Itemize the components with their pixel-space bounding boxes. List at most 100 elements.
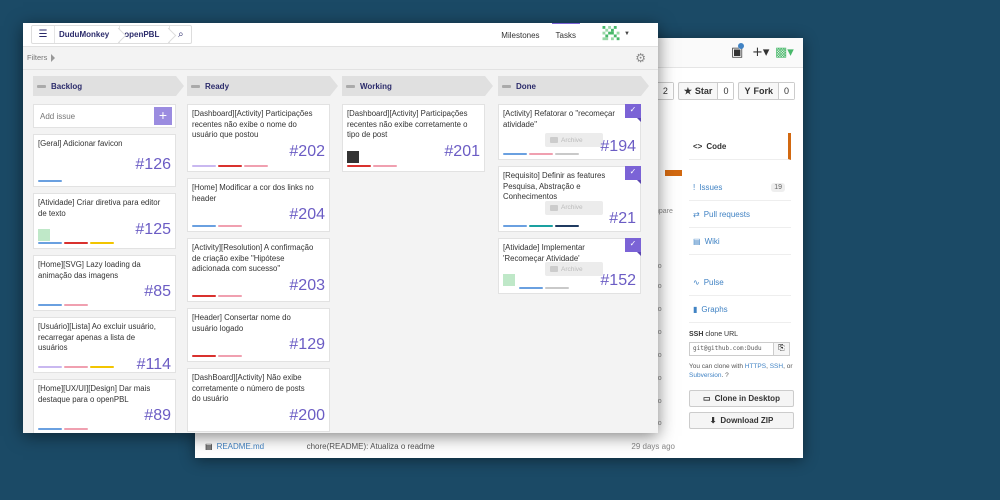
archive-button[interactable]: Archive [545,200,603,215]
plus-icon[interactable]: +▾ [752,45,769,60]
commit-message[interactable]: chore(README): Atualiza o readme [307,442,632,451]
add-issue-input[interactable] [40,111,140,121]
nav-label: Issues [699,182,723,192]
issue-title: [Geral] Adicionar favicon [38,139,123,148]
nav-code[interactable]: <> Code [689,133,791,160]
issue-number[interactable]: #194 [600,138,636,155]
issue-number[interactable]: #85 [38,283,171,300]
issue-labels [192,225,242,228]
ssh-link[interactable]: SSH [770,363,783,370]
issue-title: [Activity][Resolution] A confirmação de … [192,243,314,274]
issue-number[interactable]: #201 [347,143,480,160]
check-icon[interactable]: ✓ [625,166,641,184]
issue-card[interactable]: ✓ [Activity] Refatorar o "recomeçar ativ… [498,104,641,160]
clone-url-input[interactable]: git@github.com:Dudu [689,342,774,356]
nav-issues[interactable]: ! Issues 19 [689,174,791,201]
issue-labels [38,304,88,307]
issue-number[interactable]: #126 [38,156,171,173]
issue-number[interactable]: #203 [192,277,325,294]
issue-card[interactable]: [Home] Modificar a cor dos links no head… [187,178,330,232]
issue-card[interactable]: [Home][SVG] Lazy loading da animação das… [33,255,176,311]
issue-card[interactable]: [Activity][Resolution] A confirmação de … [187,238,330,302]
drag-handle-icon[interactable] [191,84,200,88]
help-icon[interactable]: ? [725,372,729,379]
star-button[interactable]: ★ Star 0 [677,82,735,100]
nav-pull-requests[interactable]: ⇄ Pull requests [689,201,791,228]
issue-number[interactable]: #200 [192,407,325,424]
column-done: Done ✓ [Activity] Refatorar o "recomeçar… [498,76,649,300]
issue-card[interactable]: [Usuário][Lista] Ao excluir usuário, rec… [33,317,176,373]
chevron-down-icon[interactable]: ▼ [624,31,630,37]
fork-button[interactable]: Y Fork 0 [738,82,795,100]
plus-icon[interactable]: + [154,107,172,125]
watch-button[interactable]: 2 [655,82,674,100]
drag-handle-icon[interactable] [346,84,355,88]
tab-milestones[interactable]: Milestones [493,23,547,47]
issue-labels [192,295,242,298]
issue-card[interactable]: ✓ [Atividade] Implementar 'Recomeçar Ati… [498,238,641,294]
issue-title: [Dashboard][Activity] Participações rece… [192,109,313,140]
issue-title: [DashBoard][Activity] Não exibe corretam… [192,373,305,404]
clone-in-desktop-button[interactable]: ▭ Clone in Desktop [689,390,794,408]
issue-number[interactable]: #89 [38,407,171,424]
issue-card[interactable]: [Geral] Adicionar favicon #126 [33,134,176,187]
file-row[interactable]: ▤ README.md chore(README): Atualiza o re… [205,438,675,454]
drag-handle-icon[interactable] [502,84,511,88]
commit-age: 29 days ago [631,441,675,451]
filters-toggle[interactable]: Filters [27,53,56,62]
file-name[interactable]: README.md [217,442,307,451]
user-avatar[interactable] [602,26,620,43]
breadcrumb-user[interactable]: DuduMonkey [54,26,119,43]
issue-number[interactable]: #21 [609,210,636,227]
watch-count: 2 [656,83,673,99]
github-avatar[interactable]: ▩▾ [775,45,794,60]
issue-title: [Home] Modificar a cor dos links no head… [192,183,314,203]
breadcrumb-repo[interactable]: openPBL [119,26,169,43]
issue-card[interactable]: [Atividade] Criar diretiva para editor d… [33,193,176,249]
menu-icon[interactable]: ☰ [32,29,54,40]
issue-number[interactable]: #129 [192,336,325,353]
issue-labels [503,153,579,156]
drag-handle-icon[interactable] [37,84,46,88]
issue-labels [519,287,569,290]
archive-button[interactable]: Archive [545,262,603,277]
issue-card[interactable]: [Header] Consertar nome do usuário logad… [187,308,330,362]
nav-pulse[interactable]: ∿ Pulse [689,269,791,296]
download-zip-button[interactable]: ⬇ Download ZIP [689,412,794,430]
nav-wiki[interactable]: ▤ Wiki [689,228,791,255]
issue-title: [Activity] Refatorar o "recomeçar ativid… [503,109,615,129]
clipboard-icon[interactable]: ⎘ [774,342,790,356]
archive-button[interactable]: Archive [545,133,603,148]
tab-tasks[interactable]: Tasks [548,23,584,47]
check-icon[interactable]: ✓ [625,238,641,256]
https-link[interactable]: HTTPS [745,363,766,370]
breadcrumb: ☰ DuduMonkey openPBL ⌕ [31,25,193,44]
language-bar [665,170,682,176]
column-working: Working [Dashboard][Activity] Participaç… [342,76,493,178]
add-issue-field: + [33,104,176,128]
pulse-icon: ∿ [693,277,700,287]
check-icon[interactable]: ✓ [625,104,641,122]
gear-icon[interactable]: ⚙ [635,51,646,65]
issue-card[interactable]: [Dashboard][Activity] Participações rece… [187,104,330,172]
nav-label: Code [706,141,727,151]
issue-number[interactable]: #152 [600,272,636,289]
chevron-right-icon [51,53,56,62]
fork-label: Fork [753,86,773,96]
issue-number[interactable]: #114 [38,356,171,373]
issue-title: [Atividade] Implementar 'Recomeçar Ativi… [503,243,585,263]
subversion-link[interactable]: Subversion [689,372,722,379]
issue-number[interactable]: #204 [192,206,325,223]
nav-graphs[interactable]: ▮ Graphs [689,296,791,323]
issue-card[interactable]: ✓ [Requisito] Definir as features Pesqui… [498,166,641,232]
issue-card[interactable]: [Home][UX/UI][Design] Dar mais destaque … [33,379,176,433]
issue-card[interactable]: [Dashboard][Activity] Participações rece… [342,104,485,172]
issue-number[interactable]: #202 [192,143,325,160]
assignee-avatar [38,229,50,241]
issue-labels [38,428,88,431]
code-icon: <> [693,141,703,151]
issue-labels [503,225,579,228]
issue-card[interactable]: [DashBoard][Activity] Não exibe corretam… [187,368,330,432]
issue-number[interactable]: #125 [38,221,171,238]
download-icon: ⬇ [709,416,717,426]
